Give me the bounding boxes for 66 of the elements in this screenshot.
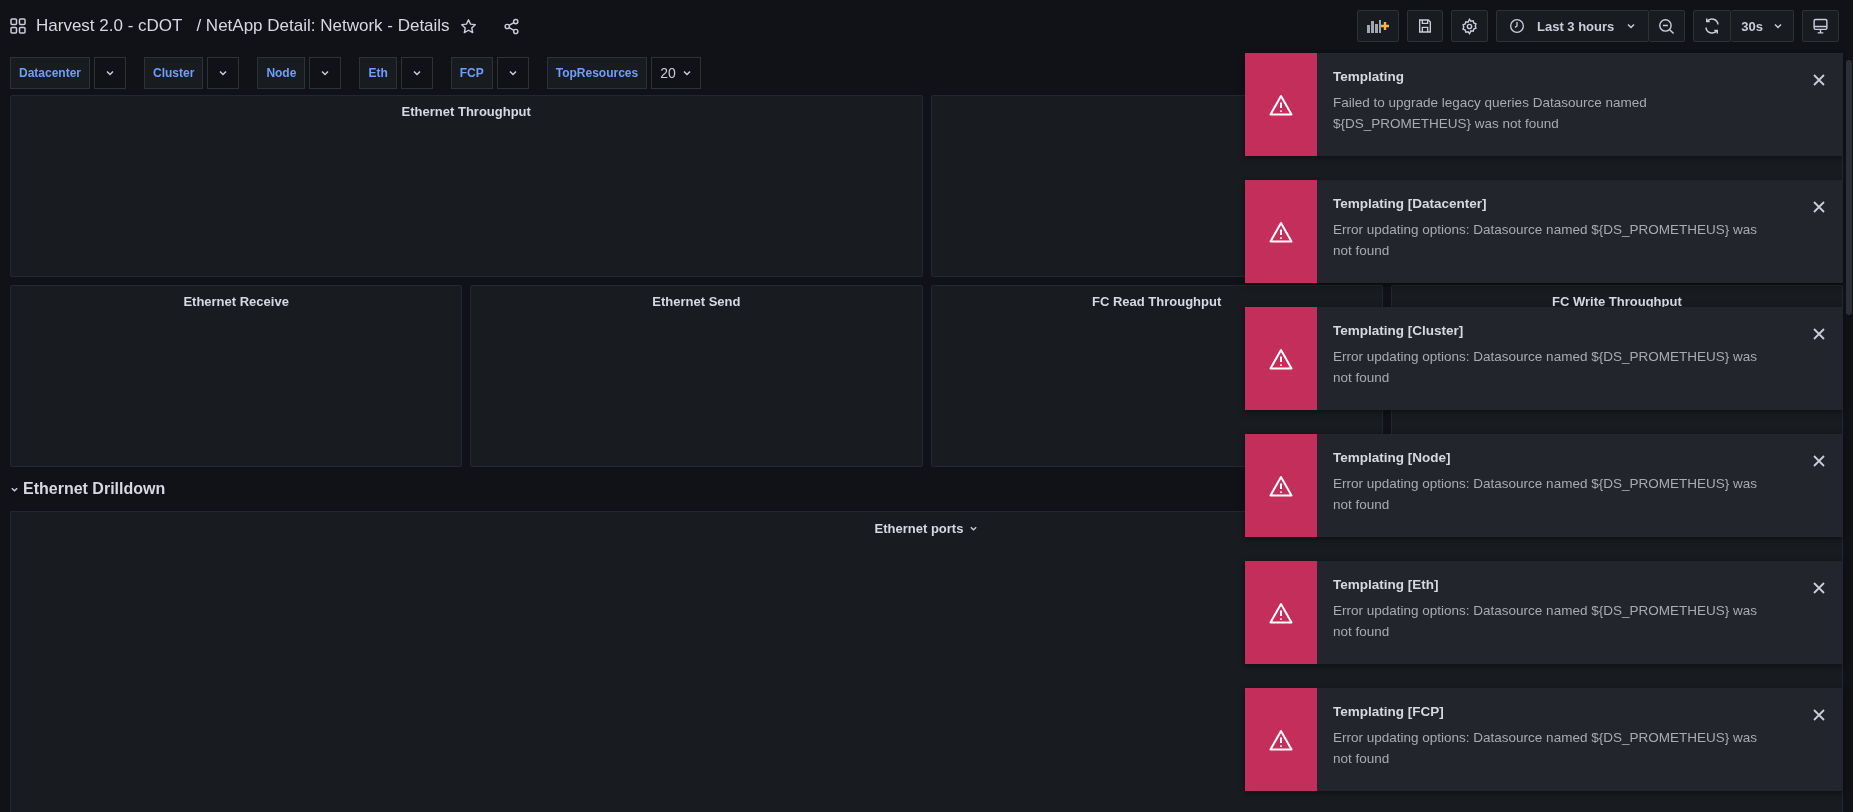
- variable-label: TopResources: [546, 57, 648, 89]
- settings-button[interactable]: [1451, 10, 1488, 42]
- add-panel-button[interactable]: [1357, 10, 1399, 42]
- alert-message: Error updating options: Datasource named ${DS_PROMETHEUS} was not found: [1333, 602, 1758, 641]
- folder-link[interactable]: Harvest 2.0 - cDOT: [36, 16, 183, 36]
- share-icon[interactable]: [502, 17, 520, 35]
- warning-icon: [1269, 601, 1293, 624]
- row-toggle[interactable]: Ethernet Drilldown: [10, 480, 166, 498]
- variable-label: Node: [257, 57, 306, 89]
- warning-icon: [1269, 347, 1293, 370]
- settings-icon: [1461, 17, 1478, 35]
- close-icon[interactable]: [1813, 709, 1825, 721]
- panel-title: Ethernet Receive: [182, 293, 290, 309]
- save-button[interactable]: [1407, 10, 1443, 42]
- close-icon[interactable]: [1813, 455, 1825, 467]
- caret-icon: [1626, 21, 1637, 31]
- caret-icon: [320, 68, 331, 78]
- alert-message: Error updating options: Datasource named ${DS_PROMETHEUS} was not found: [1333, 475, 1758, 514]
- close-icon[interactable]: [1813, 328, 1825, 340]
- alert-message: Error updating options: Datasource named ${DS_PROMETHEUS} was not found: [1333, 221, 1758, 260]
- time-range-picker[interactable]: Last 3 hours: [1496, 10, 1650, 42]
- apps-grid-icon[interactable]: [10, 18, 26, 34]
- variable-label: FCP: [450, 57, 493, 89]
- close-icon[interactable]: [1813, 74, 1825, 86]
- variable-label: Datacenter: [10, 57, 91, 89]
- warning-icon: [1269, 93, 1293, 116]
- variable-select[interactable]: 20: [651, 57, 701, 89]
- caret-icon: [218, 68, 229, 78]
- alert-message: Error updating options: Datasource named ${DS_PROMETHEUS} was not found: [1333, 348, 1758, 387]
- refresh-button[interactable]: [1693, 10, 1732, 42]
- caret-icon: [1773, 21, 1783, 31]
- panel-title: Ethernet Throughput: [400, 103, 532, 119]
- caret-icon: [681, 68, 692, 78]
- caret-icon: [105, 68, 116, 78]
- zoom-out-button[interactable]: [1649, 10, 1686, 42]
- warning-icon: [1269, 728, 1293, 751]
- tv-mode-button[interactable]: [1802, 10, 1839, 42]
- close-icon[interactable]: [1813, 201, 1825, 213]
- alert-title: Templating [Cluster]: [1333, 323, 1465, 338]
- alert-title: Templating [Node]: [1333, 450, 1452, 465]
- alert-message: Error updating options: Datasource named ${DS_PROMETHEUS} was not found: [1333, 729, 1758, 768]
- dashboard-title: / NetApp Detail: Network - Details: [196, 16, 450, 36]
- monitor-icon: [1812, 17, 1829, 35]
- alert-title: Templating [Datacenter]: [1333, 196, 1488, 211]
- caret-icon: [411, 68, 422, 78]
- zoom-out-icon: [1658, 17, 1676, 35]
- refresh-icon: [1703, 17, 1722, 35]
- alert-title: Templating [Eth]: [1333, 577, 1440, 592]
- panel-title[interactable]: Ethernet ports: [874, 520, 979, 536]
- warning-icon: [1269, 220, 1293, 243]
- alert-title: Templating: [1333, 69, 1405, 84]
- warning-icon: [1269, 474, 1293, 497]
- caret-icon: [507, 68, 518, 78]
- panel-title: FC Read Throughput: [1091, 293, 1223, 309]
- alert-message: Failed to upgrade legacy queries Datasource named ${DS_PROMETHEUS} was not found: [1333, 94, 1648, 133]
- clock-icon: [1509, 18, 1525, 34]
- alert-title: Templating [FCP]: [1333, 704, 1445, 719]
- panel-title: Ethernet Send: [651, 293, 742, 309]
- close-icon[interactable]: [1813, 582, 1825, 594]
- save-icon: [1417, 18, 1433, 34]
- refresh-interval-picker[interactable]: 30s: [1731, 10, 1794, 42]
- bar-chart-plus-icon: [1367, 19, 1389, 33]
- variable-label: Eth: [359, 57, 397, 89]
- panel-title: FC Write Throughput: [1551, 293, 1683, 309]
- variable-label: Cluster: [144, 57, 204, 89]
- star-icon[interactable]: [459, 17, 477, 35]
